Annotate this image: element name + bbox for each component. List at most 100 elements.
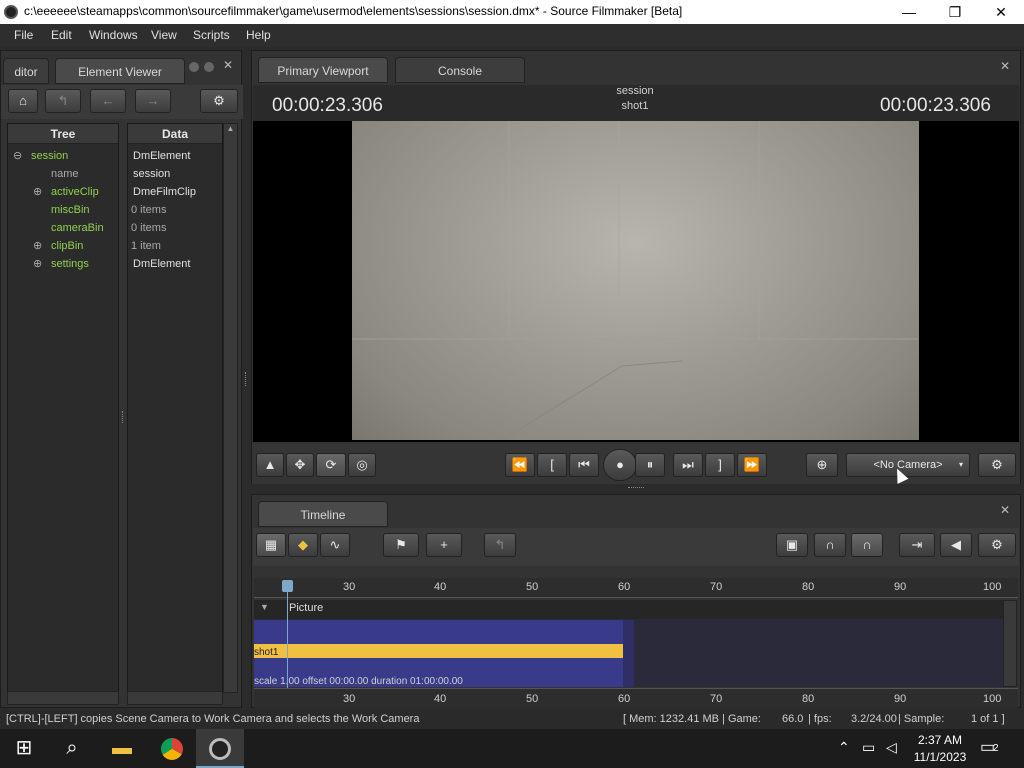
track-collapse-icon[interactable]: ▼ [260,602,269,612]
menu-scripts[interactable]: Scripts [193,28,230,42]
tree-row-settings[interactable]: ⊕ settings DmElement [13,255,243,273]
ruler-tick: 100 [983,581,1002,593]
timeline-ruler-bottom[interactable]: 30 40 50 60 70 80 90 100 [254,688,1018,708]
menu-windows[interactable]: Windows [89,28,138,42]
timeline-settings-button[interactable]: ⚙ [978,533,1016,557]
tree-label: name [51,168,79,180]
timeline-ruler-top[interactable]: 30 40 50 60 70 80 90 100 [254,578,1018,598]
chrome-button[interactable] [148,729,196,768]
windows-logo-icon: ⊞ [15,737,33,759]
motion-editor-button[interactable]: ◆ [288,533,318,557]
search-button[interactable]: ⌕ [48,729,96,768]
start-button[interactable]: ⊞ [0,729,48,768]
collapse-icon[interactable]: ⊖ [13,147,22,165]
network-icon[interactable]: ▭ [862,739,875,756]
graph-editor-button[interactable]: ∿ [320,533,350,557]
data-hscrollbar[interactable] [127,691,223,705]
rotate-tool-button[interactable]: ⟳ [316,453,346,477]
menu-view[interactable]: View [151,28,177,42]
clip-editor-button[interactable]: ▦ [256,533,286,557]
panel-dock-icon[interactable] [204,62,214,72]
back-arrow-icon: ← [101,93,115,108]
forward-button[interactable]: → [135,89,171,113]
snap-frame-button[interactable]: ∩ [851,533,883,557]
timeline-close-icon[interactable]: ✕ [1000,503,1010,517]
mute-button[interactable]: ◀ [940,533,972,557]
skip-end-icon: ⏭ [682,457,694,472]
file-explorer-button[interactable]: ▬ [98,729,146,768]
close-button[interactable]: ✕ [978,0,1024,24]
playhead-line[interactable] [287,582,288,704]
expand-icon[interactable]: ⊕ [33,237,42,255]
record-button[interactable]: ● [603,449,637,481]
viewport-settings-button[interactable]: ⚙ [978,453,1016,477]
tree-row-name[interactable]: name session [13,165,243,183]
notifications-button[interactable]: ▭ 2 [980,737,1006,759]
chevron-down-icon: ▾ [958,460,963,469]
column-splitter[interactable] [122,411,125,423]
camera-select-dropdown[interactable]: <No Camera> ▾ [846,453,970,477]
tree-row-miscbin[interactable]: miscBin 0 items [13,201,243,219]
viewport-close-icon[interactable]: ✕ [1000,59,1010,73]
clock-time[interactable]: 2:37 AM [912,733,968,747]
home-button[interactable]: ⌂ [8,89,38,113]
ruler-tick: 50 [526,693,539,705]
expand-icon[interactable]: ⊕ [33,183,42,201]
add-marker-button[interactable]: ⚑ [383,533,419,557]
viewport-scene[interactable] [352,121,919,440]
tab-timeline[interactable]: Timeline [258,501,388,527]
volume-muted-icon[interactable]: ◁ [886,739,897,756]
scale-tool-button[interactable]: ◎ [348,453,376,477]
mark-out-button[interactable]: ] [705,453,735,477]
motion-icon: ◆ [298,537,308,552]
fast-forward-button[interactable]: ⏩ [737,453,767,477]
mark-in-button[interactable]: [ [537,453,567,477]
snap-button[interactable]: ∩ [814,533,846,557]
panel-splitter[interactable] [245,372,248,386]
move-tool-button[interactable]: ✥ [286,453,314,477]
skip-start-button[interactable]: ⏮ [569,453,599,477]
skip-end-button[interactable]: ⏭ [673,453,703,477]
expand-icon[interactable]: ⊕ [33,255,42,273]
chevron-up-icon[interactable]: ⌃ [838,739,850,756]
minimize-button[interactable]: — [886,0,932,24]
forward-arrow-icon: → [146,93,160,108]
speaker-icon: ◀ [951,537,961,552]
pause-button[interactable]: ⏸ [635,453,665,477]
menu-file[interactable]: File [14,28,33,42]
timeline-vscrollbar[interactable] [1003,600,1017,687]
playhead-handle[interactable] [282,580,293,592]
add-button[interactable]: + [426,533,462,557]
lock-button[interactable]: ▣ [776,533,808,557]
panel-float-icon[interactable] [189,62,199,72]
menu-edit[interactable]: Edit [51,28,72,42]
tab-primary-viewport[interactable]: Primary Viewport [258,57,388,83]
tree-row-session[interactable]: ⊖ session DmElement [13,147,243,165]
rewind-button[interactable]: ⏪ [505,453,535,477]
horizontal-splitter[interactable] [628,487,644,490]
up-button[interactable]: ↰ [45,89,81,113]
tree-row-activeclip[interactable]: ⊕ activeClip DmeFilmClip [13,183,243,201]
maximize-button[interactable]: ❐ [932,0,978,24]
settings-button[interactable]: ⚙ [200,89,238,113]
tab-element-viewer[interactable]: Element Viewer [55,58,185,84]
tree-row-clipbin[interactable]: ⊕ clipBin 1 item [13,237,243,255]
select-tool-button[interactable]: ▲ [256,453,284,477]
ruler-tick: 30 [343,581,356,593]
menu-help[interactable]: Help [246,28,271,42]
up-level-button[interactable]: ↰ [484,533,516,557]
tree-hscrollbar[interactable] [7,691,119,705]
jump-to-end-button[interactable]: ⇥ [899,533,935,557]
data-value: session [133,168,171,180]
panel-close-icon[interactable]: ✕ [223,58,233,72]
target-icon: ◎ [356,457,368,472]
clip-name-bar[interactable]: shot1 [254,644,623,658]
back-button[interactable]: ← [90,89,126,113]
tab-console[interactable]: Console [395,57,525,83]
tree-row-camerabin[interactable]: cameraBin 0 items [13,219,243,237]
tab-editor[interactable]: ditor [3,58,49,84]
sfm-taskbar-button[interactable] [196,729,244,768]
clock-date[interactable]: 11/1/2023 [910,750,970,764]
camera-target-button[interactable]: ⊕ [806,453,838,477]
bracket-left-icon: [ [550,457,554,472]
